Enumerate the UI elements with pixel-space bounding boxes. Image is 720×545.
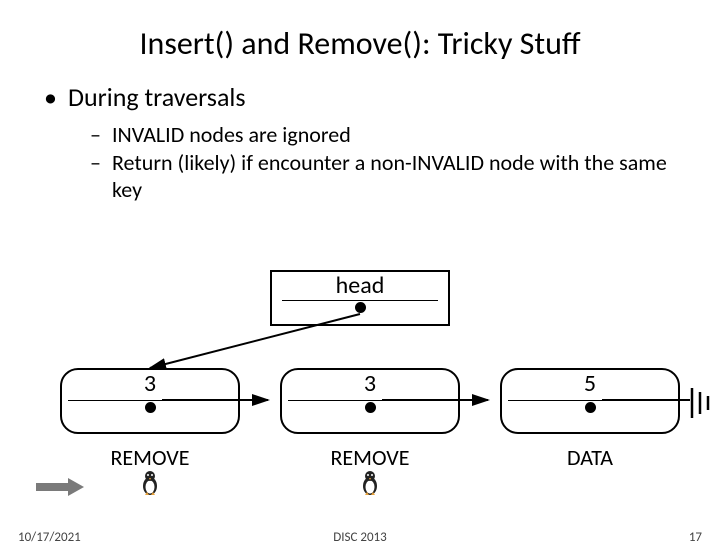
slide-body: During traversals INVALID nodes are igno… [0, 63, 720, 204]
head-label: head [272, 272, 448, 300]
current-position-arrow-icon [36, 478, 84, 501]
node-state: REMOVE [280, 444, 460, 471]
node-pointer-dot [365, 402, 376, 413]
node-state: DATA [500, 444, 680, 471]
footer-venue: DISC 2013 [0, 530, 720, 545]
node-pointer-dot [585, 402, 596, 413]
node-pointer-dot [145, 402, 156, 413]
slide-title: Insert() and Remove(): Tricky Stuff [0, 0, 720, 63]
node-state: REMOVE [60, 444, 240, 471]
head-node: head [270, 270, 450, 326]
linked-list-diagram: head 3 3 5 REMOVE REMOVE DATA [0, 270, 720, 480]
bullet-sub-1: INVALID nodes are ignored [40, 121, 680, 149]
penguin-icon [280, 470, 460, 501]
bullet-main: During traversals [40, 81, 680, 113]
node-key: 3 [282, 370, 458, 398]
penguin-icon [60, 470, 240, 501]
null-terminator-icon [688, 388, 716, 423]
footer-page-number: 17 [689, 530, 702, 545]
list-node: 3 [60, 368, 240, 434]
list-node: 5 [500, 368, 680, 434]
bullet-sub-2: Return (likely) if encounter a non-INVAL… [40, 149, 680, 204]
node-key: 5 [502, 370, 678, 398]
list-node: 3 [280, 368, 460, 434]
head-pointer-dot [355, 302, 366, 313]
node-key: 3 [62, 370, 238, 398]
